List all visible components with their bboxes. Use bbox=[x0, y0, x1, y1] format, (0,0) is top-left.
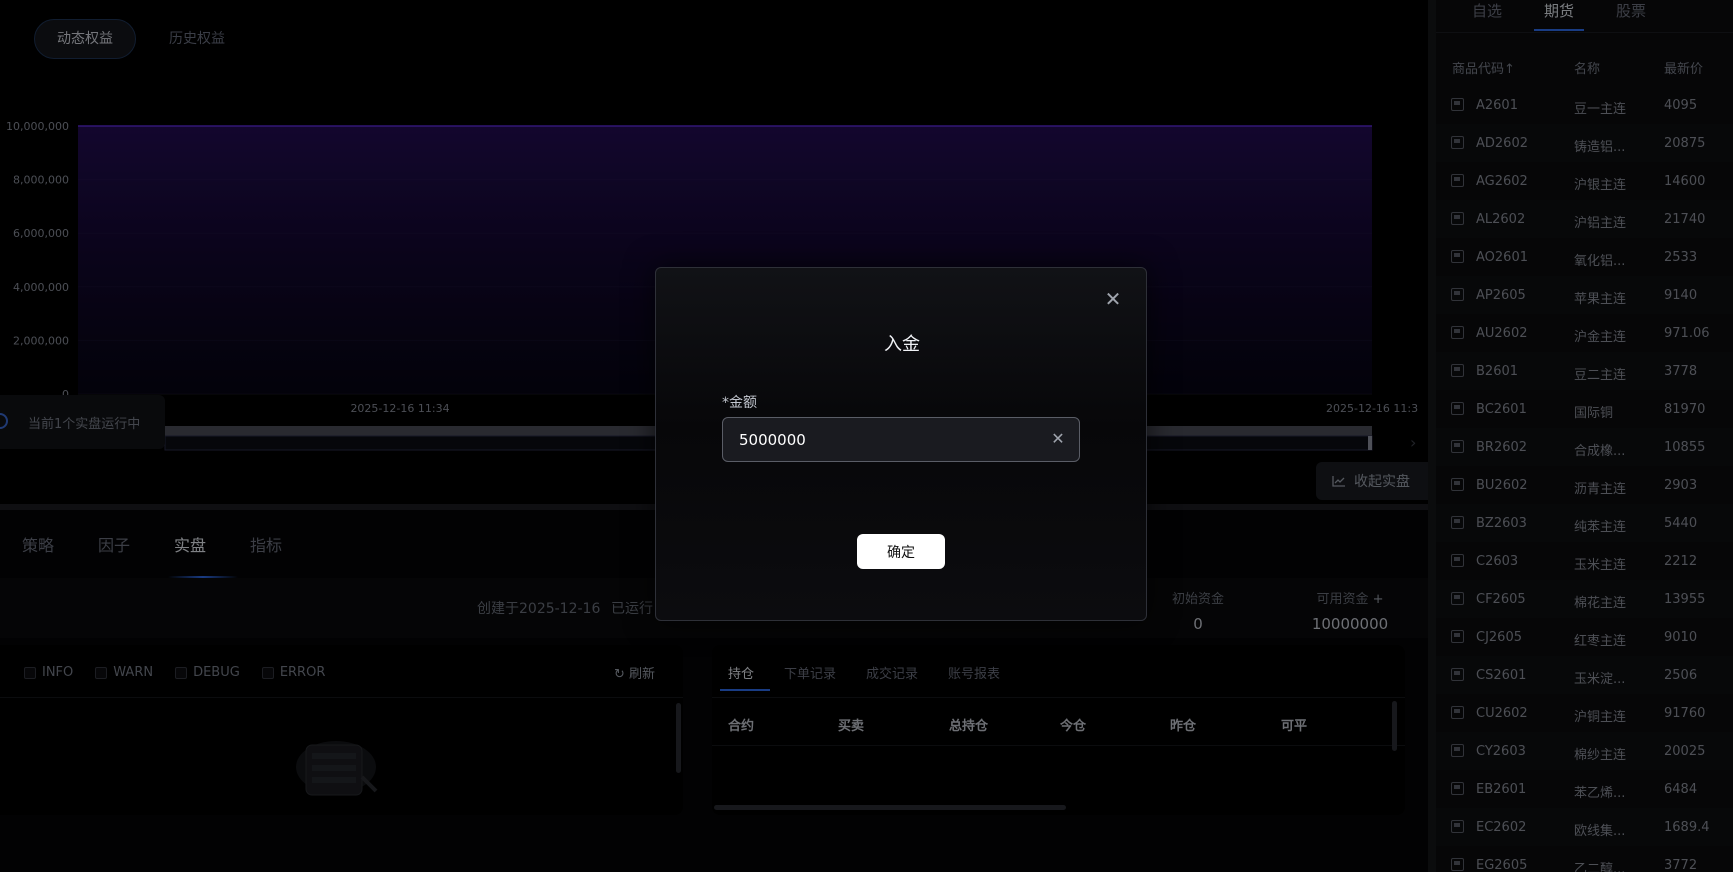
amount-input[interactable] bbox=[722, 417, 1080, 462]
close-icon[interactable]: ✕ bbox=[1104, 289, 1122, 309]
deposit-dialog: ✕ 入金 *金额 ✕ 确定 bbox=[655, 267, 1147, 621]
dialog-title: 入金 bbox=[884, 334, 920, 355]
confirm-button[interactable]: 确定 bbox=[857, 534, 945, 569]
amount-label: *金额 bbox=[722, 395, 757, 411]
clear-icon[interactable]: ✕ bbox=[1049, 430, 1067, 448]
